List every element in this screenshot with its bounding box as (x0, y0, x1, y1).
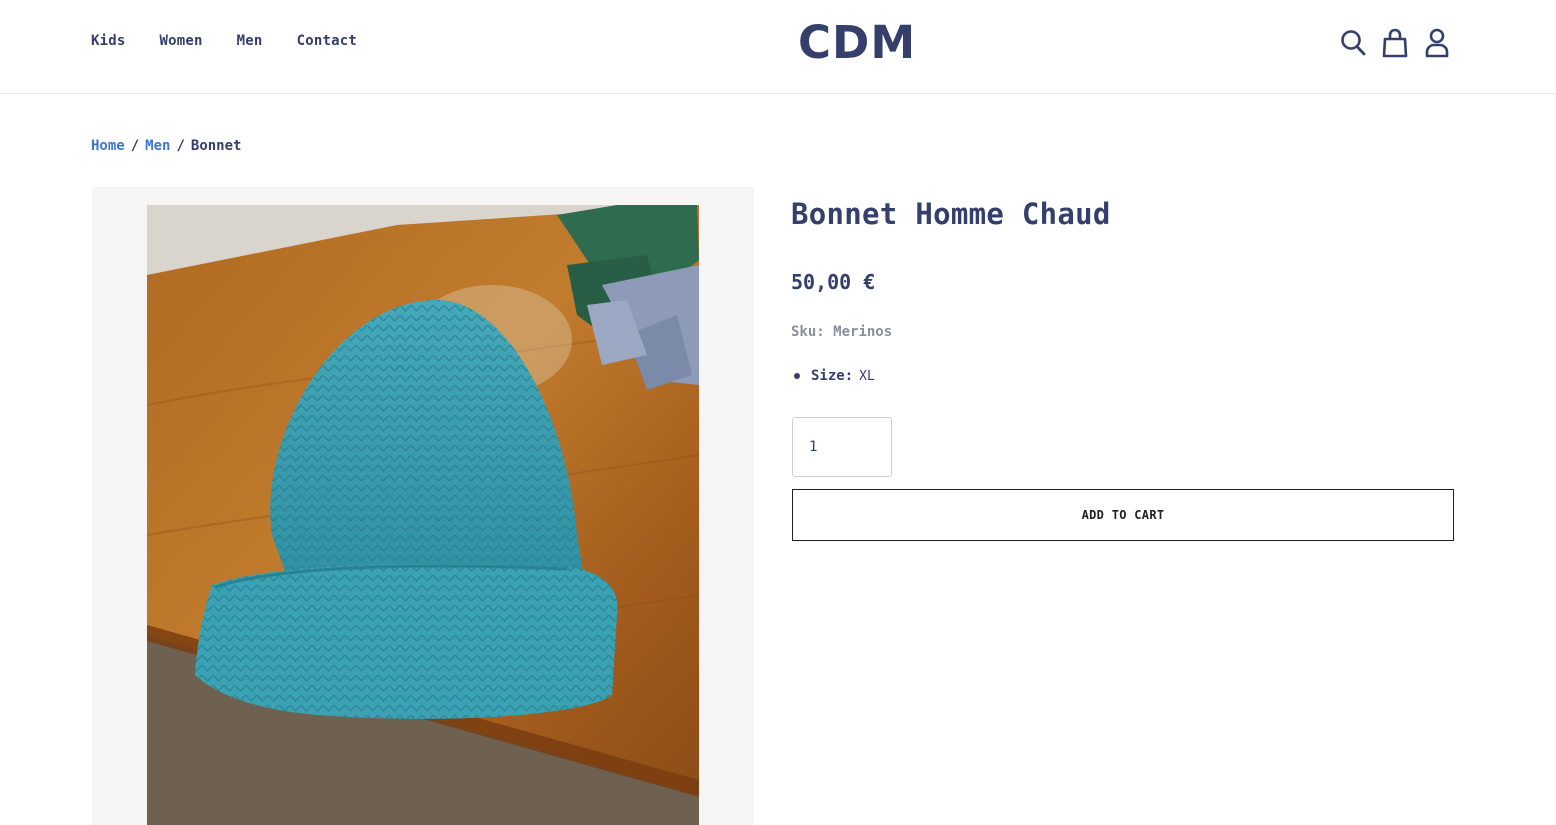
main-nav: Kids Women Men Contact (91, 33, 357, 49)
site-logo[interactable]: CDM (798, 16, 916, 70)
header-actions (1339, 28, 1451, 58)
product-attribute-size: Size: XL (794, 368, 875, 384)
breadcrumb-home[interactable]: Home (91, 138, 125, 154)
bag-icon[interactable] (1381, 28, 1409, 58)
breadcrumb: Home / Men / Bonnet (91, 138, 241, 154)
sku-value: Merinos (833, 324, 893, 340)
user-icon[interactable] (1423, 28, 1451, 58)
attribute-value: XL (859, 368, 875, 384)
breadcrumb-current: Bonnet (190, 138, 242, 154)
product-title: Bonnet Homme Chaud (791, 197, 1111, 231)
product-price: 50,00 € (791, 270, 876, 294)
breadcrumb-separator: / (176, 138, 185, 154)
add-to-cart-button[interactable]: ADD TO CART (792, 489, 1454, 541)
product-image[interactable] (147, 205, 699, 825)
product-sku: Sku: Merinos (791, 324, 892, 340)
bullet-icon (794, 373, 800, 379)
nav-link-men[interactable]: Men (237, 33, 263, 49)
attribute-name: Size: (811, 368, 854, 384)
site-header: Kids Women Men Contact CDM (0, 0, 1556, 94)
nav-link-kids[interactable]: Kids (91, 33, 126, 49)
breadcrumb-men[interactable]: Men (145, 138, 170, 154)
search-icon[interactable] (1339, 28, 1367, 58)
breadcrumb-separator: / (130, 138, 140, 154)
nav-link-women[interactable]: Women (160, 33, 203, 49)
product-gallery (92, 187, 754, 825)
quantity-input[interactable] (792, 417, 892, 477)
nav-link-contact[interactable]: Contact (297, 33, 357, 49)
sku-label: Sku: (791, 324, 825, 340)
